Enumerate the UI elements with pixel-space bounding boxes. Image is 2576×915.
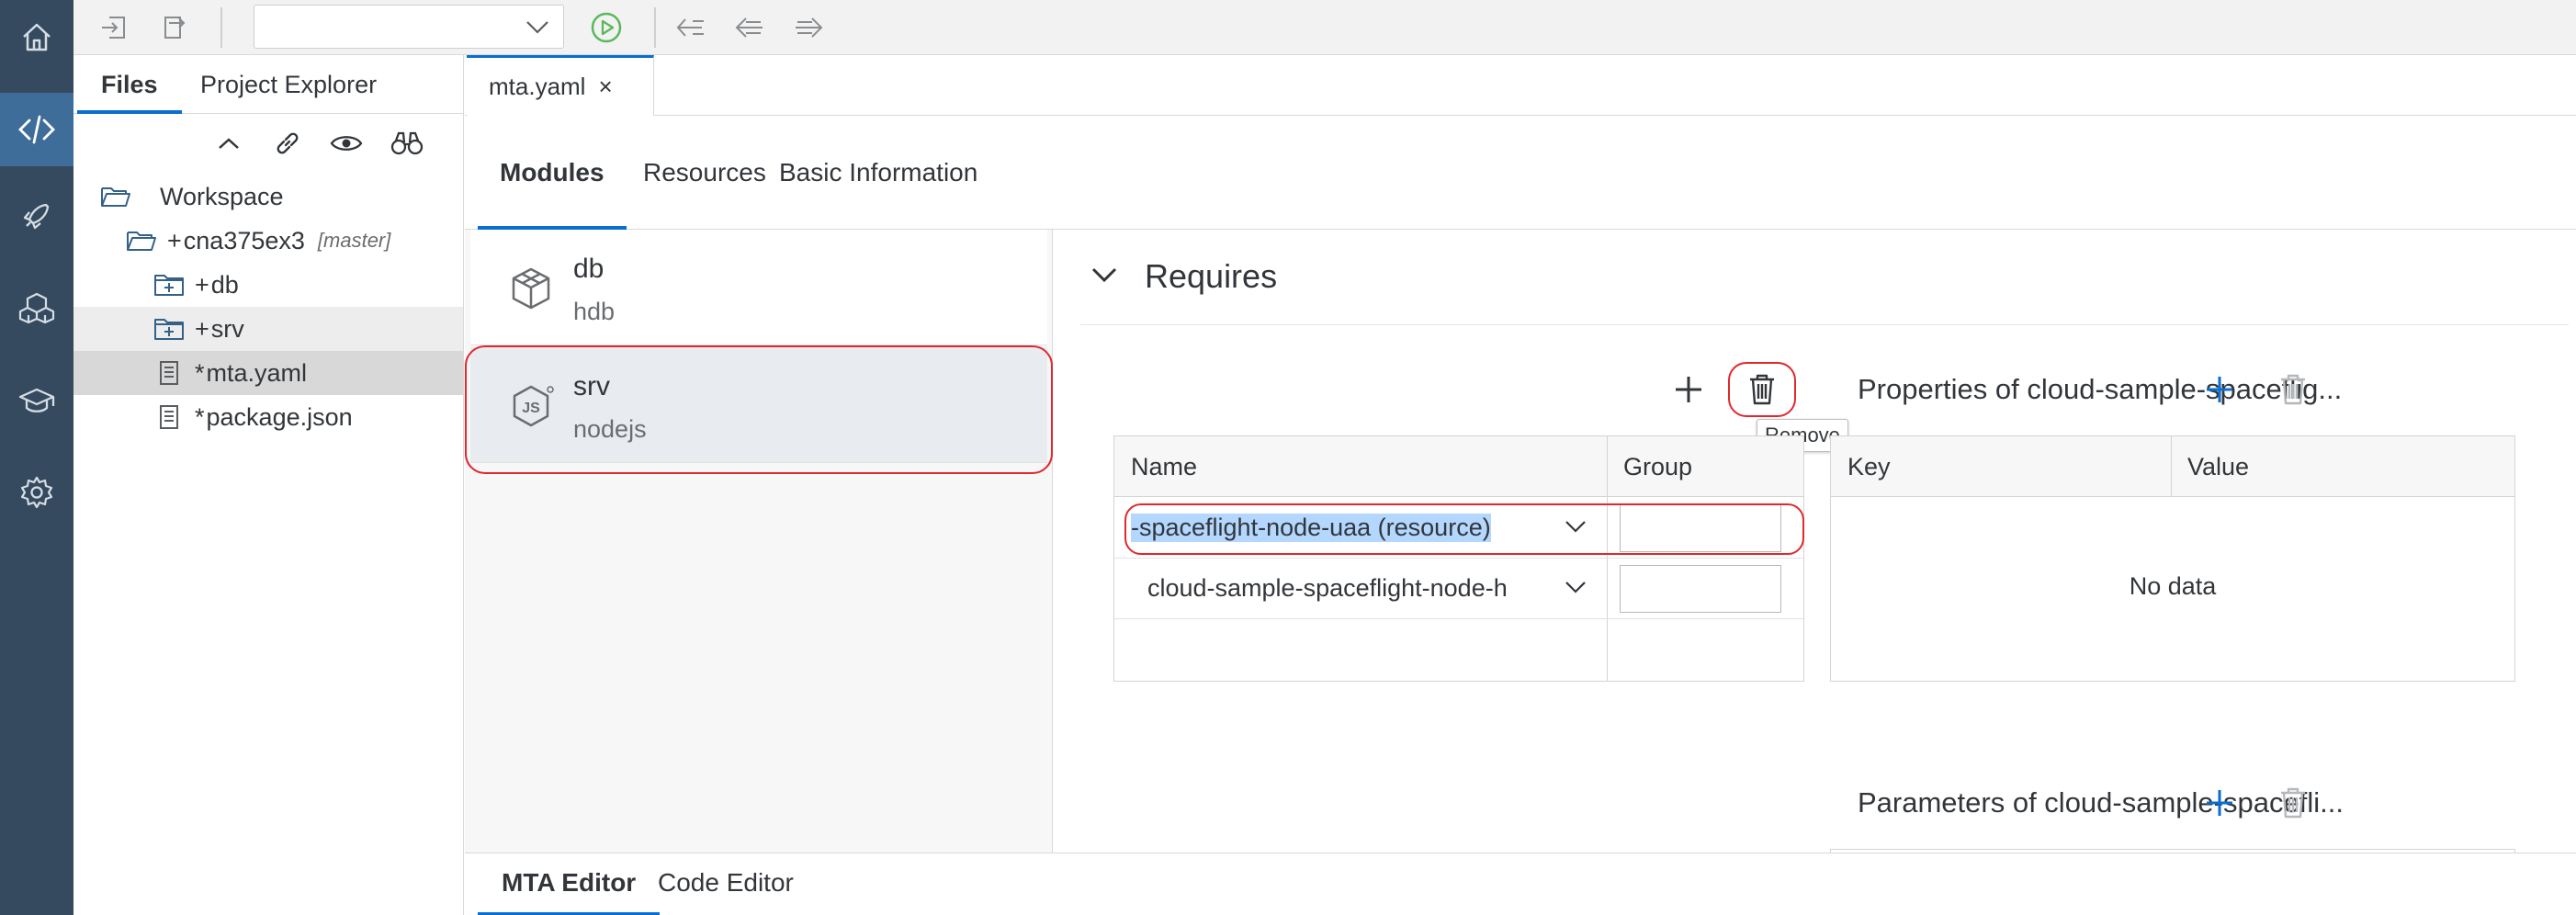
- column-divider: [1607, 436, 1608, 681]
- no-data-text: No data: [2129, 572, 2217, 600]
- module-item-db[interactable]: db hdb: [470, 230, 1047, 345]
- folder-plus-icon: [153, 271, 186, 299]
- requires-section-header[interactable]: Requires: [1080, 230, 2569, 325]
- combobox-value: cloud-sample-spaceflight-node-h: [1147, 573, 1508, 602]
- tree-item-label: package.json: [206, 402, 353, 431]
- chevron-down-icon: [526, 21, 548, 34]
- tab-modules[interactable]: Modules: [478, 116, 627, 230]
- tree-item-mta-yaml[interactable]: * mta.yaml: [73, 351, 463, 395]
- row-divider: [1114, 558, 1803, 559]
- import-icon[interactable]: [97, 11, 130, 44]
- run-config-select[interactable]: [254, 5, 564, 49]
- gear-icon[interactable]: [0, 456, 73, 529]
- folder-open-icon: [99, 183, 132, 210]
- activity-bar: [0, 0, 73, 915]
- chevron-down-icon[interactable]: [1563, 578, 1588, 596]
- toolbar-separator: [220, 7, 222, 48]
- properties-title: Properties of cloud-sample-spaceflig...: [1858, 373, 2343, 405]
- highlight-outline: [1124, 503, 1804, 555]
- column-header-name[interactable]: Name: [1114, 436, 1607, 497]
- folder-open-icon: [125, 227, 158, 254]
- add-parameter-button[interactable]: [2199, 783, 2240, 823]
- add-requires-button[interactable]: [1668, 369, 1709, 410]
- trash-icon[interactable]: [2273, 783, 2313, 823]
- close-icon[interactable]: ×: [598, 73, 612, 101]
- tree-item-prefix: +: [195, 270, 209, 299]
- tree-item-cna375ex3[interactable]: + cna375ex3 [master]: [73, 219, 463, 263]
- editor-tabs: mta.yaml ×: [465, 55, 2576, 116]
- tree-item-label: cna375ex3: [183, 226, 305, 254]
- column-header-value[interactable]: Value: [2171, 436, 2514, 497]
- home-icon[interactable]: [0, 0, 73, 73]
- module-name: db: [573, 254, 604, 284]
- tree-item-prefix: *: [195, 358, 205, 387]
- editor-mode-tabs: MTA Editor Code Editor: [465, 853, 2576, 915]
- requires-table: Name Group -spaceflight-node-uaa (resour…: [1113, 435, 1804, 682]
- trash-icon[interactable]: [2273, 369, 2313, 410]
- git-branch-label: [master]: [317, 229, 391, 252]
- tree-item-label: srv: [210, 314, 244, 343]
- tab-files[interactable]: Files: [77, 55, 182, 114]
- toolbar-separator: [654, 7, 656, 48]
- document-icon: [153, 359, 186, 387]
- cubes-icon[interactable]: [0, 271, 73, 345]
- editor-area: mta.yaml × Modules Resources Basic Infor…: [465, 55, 2576, 915]
- forward-icon[interactable]: [792, 11, 825, 44]
- tree-item-db[interactable]: + db: [73, 263, 463, 307]
- tree-item-prefix: +: [195, 314, 209, 343]
- requires-title: Requires: [1145, 257, 1278, 295]
- tree-item-label: Workspace: [160, 182, 284, 210]
- learning-icon[interactable]: [0, 364, 73, 437]
- tree-item-label: db: [210, 270, 239, 299]
- export-icon[interactable]: [156, 11, 189, 44]
- module-type: hdb: [573, 298, 616, 325]
- hdb-module-icon: [507, 265, 555, 312]
- tree-item-package-json[interactable]: * package.json: [73, 395, 463, 439]
- trash-icon[interactable]: [1742, 369, 1782, 410]
- tree-item-label: mta.yaml: [206, 358, 308, 387]
- editor-tab-label: mta.yaml: [489, 73, 586, 100]
- editor-tab-mta-yaml[interactable]: mta.yaml ×: [467, 55, 654, 116]
- tab-mta-editor[interactable]: MTA Editor: [478, 853, 661, 915]
- tree-item-srv[interactable]: + srv: [73, 307, 463, 351]
- binoculars-icon[interactable]: [390, 127, 424, 160]
- files-panel: Files Project Explorer Workspace + cna37…: [73, 55, 464, 915]
- code-icon[interactable]: [0, 93, 73, 166]
- parameters-title: Parameters of cloud-sample-spacefli...: [1858, 786, 2344, 819]
- requires-group-input[interactable]: [1620, 565, 1781, 613]
- tree-item-prefix: +: [167, 226, 182, 254]
- tree-item-prefix: *: [195, 402, 205, 431]
- step-back-icon[interactable]: [674, 11, 707, 44]
- module-list: db hdb JS srv nodejs: [465, 230, 1053, 909]
- tab-project-explorer[interactable]: Project Explorer: [176, 55, 401, 114]
- collapse-icon[interactable]: [211, 127, 246, 160]
- requires-name-combobox[interactable]: cloud-sample-spaceflight-node-h: [1129, 565, 1599, 611]
- files-toolbar: [73, 114, 464, 171]
- tab-code-editor[interactable]: Code Editor: [634, 853, 818, 915]
- properties-table: Key Value No data: [1830, 435, 2515, 682]
- add-property-button[interactable]: [2199, 369, 2240, 410]
- chevron-down-icon: [1091, 267, 1117, 283]
- mta-editor-tabs: Modules Resources Basic Information: [465, 116, 2576, 230]
- column-header-key[interactable]: Key: [1831, 436, 2171, 497]
- link-icon[interactable]: [270, 127, 305, 160]
- document-icon: [153, 403, 186, 431]
- row-divider: [1114, 618, 1803, 619]
- eye-icon[interactable]: [329, 127, 364, 160]
- rocket-icon[interactable]: [0, 179, 73, 253]
- files-panel-tabs: Files Project Explorer: [73, 55, 464, 114]
- folder-plus-icon: [153, 315, 186, 343]
- run-icon[interactable]: [590, 11, 623, 44]
- toolbar: [73, 0, 2576, 55]
- back-icon[interactable]: [733, 11, 766, 44]
- tree-item-workspace[interactable]: Workspace: [73, 175, 463, 219]
- column-divider: [2171, 436, 2172, 497]
- tab-basic-information[interactable]: Basic Information: [757, 116, 1000, 230]
- highlight-outline: [465, 345, 1053, 474]
- column-header-group[interactable]: Group: [1607, 436, 1803, 497]
